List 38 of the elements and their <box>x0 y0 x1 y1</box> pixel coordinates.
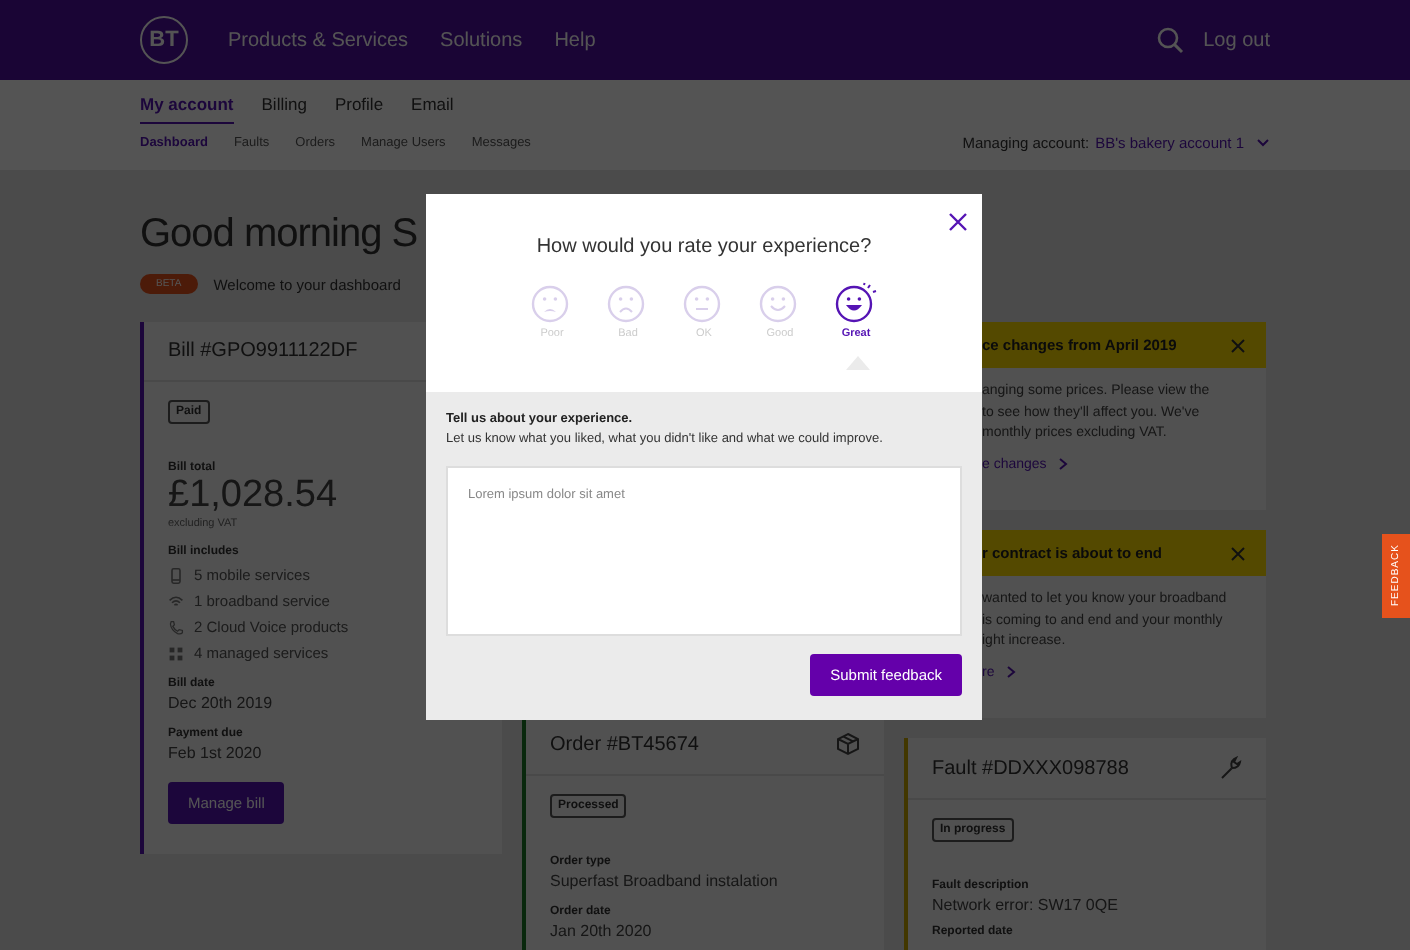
face-icon <box>834 282 878 326</box>
face-icon <box>530 282 574 326</box>
bill-total: £1,028.54 <box>168 474 338 518</box>
grid-icon <box>168 645 184 661</box>
face-icon <box>606 282 650 326</box>
field-value: Superfast Broadband instalation <box>550 872 778 890</box>
nav-link[interactable]: Help <box>554 29 596 51</box>
chevron-down-icon[interactable] <box>1256 136 1270 150</box>
close-icon[interactable] <box>1230 337 1246 353</box>
chevron-right-icon[interactable] <box>1058 458 1069 470</box>
logo[interactable]: BT <box>140 16 188 64</box>
greeting: Good morning S <box>140 210 418 260</box>
nav-link[interactable]: Products & Services <box>228 29 409 51</box>
card-title: Fault #DDXXX098788 <box>932 757 1129 779</box>
field-value: Feb 1st 2020 <box>168 744 262 762</box>
card-title: Bill #GPO9911122DF <box>168 340 358 362</box>
close-button[interactable] <box>948 208 968 228</box>
field-value: Network error: SW17 0QE <box>932 896 1118 914</box>
field-value: Dec 20th 2019 <box>168 694 273 712</box>
field-value: Jan 20th 2020 <box>550 922 652 940</box>
chevron-right-icon[interactable] <box>1006 666 1017 678</box>
search-icon[interactable] <box>1155 26 1184 54</box>
card-title: Order #BT45674 <box>550 733 699 755</box>
box-icon <box>836 732 860 756</box>
nav-link[interactable]: Solutions <box>440 29 523 51</box>
account-tab[interactable]: My account <box>140 94 234 124</box>
wrench-icon <box>1218 756 1242 780</box>
account-tab[interactable]: Email <box>411 94 454 124</box>
logout-link[interactable]: Log out <box>1203 29 1270 51</box>
phone-handset-icon <box>168 619 184 635</box>
account-tab[interactable]: Billing <box>261 94 307 124</box>
face-icon <box>758 282 802 326</box>
account-tab[interactable]: Profile <box>334 94 384 124</box>
dialog-title: How would you rate your experience? <box>534 236 874 258</box>
phone-icon <box>168 567 184 583</box>
face-icon <box>682 282 726 326</box>
wifi-icon <box>168 593 184 609</box>
close-icon[interactable] <box>1230 545 1246 561</box>
